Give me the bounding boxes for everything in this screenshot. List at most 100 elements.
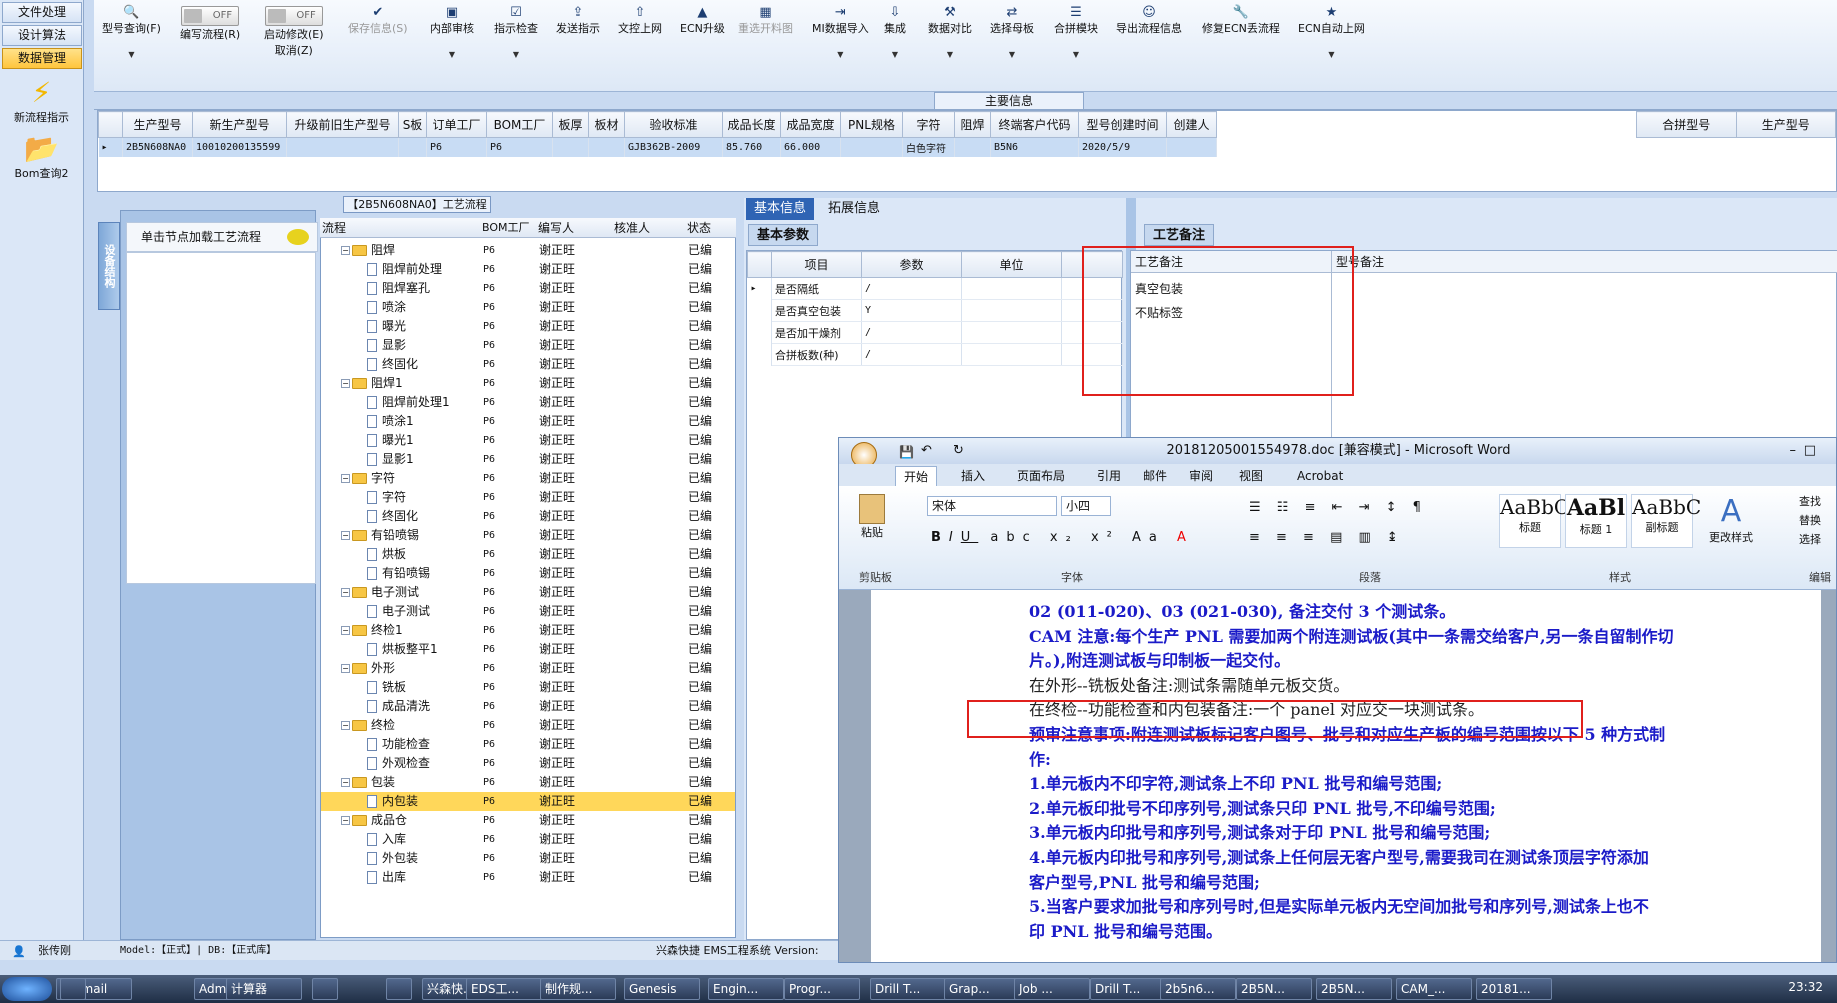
taskbar-item[interactable] [312, 978, 338, 1000]
edit-flow-toggle[interactable]: OFF 编写流程(R) [180, 6, 240, 42]
style-heading1[interactable]: AaBl 标题 1 [1565, 494, 1627, 548]
taskbar-item[interactable]: Drill T... [870, 978, 946, 1000]
tree-node[interactable]: 外观检查 P6 谢正旺 已编 [321, 754, 735, 773]
grid-cell[interactable]: 2B5N608NA0 [122, 137, 193, 157]
grid-cell[interactable]: P6 [426, 137, 487, 157]
collapse-icon[interactable]: − [341, 379, 350, 388]
collapse-icon[interactable]: − [341, 246, 350, 255]
nav-design-algorithm[interactable]: 设计算法 [2, 25, 82, 46]
tree-node[interactable]: 终固化 P6 谢正旺 已编 [321, 507, 735, 526]
tree-folder[interactable]: − 电子测试 P6 谢正旺 已编 [321, 583, 735, 602]
tree-node[interactable]: 字符 P6 谢正旺 已编 [321, 488, 735, 507]
taskbar-item[interactable] [386, 978, 412, 1000]
param-row[interactable]: 是否加干燥剂 / [747, 321, 1123, 344]
tree-node[interactable]: 入库 P6 谢正旺 已编 [321, 830, 735, 849]
tree-node[interactable]: 烘板 P6 谢正旺 已编 [321, 545, 735, 564]
col-approver[interactable]: 核准人 [614, 218, 650, 238]
col-param[interactable]: 参数 [861, 251, 962, 278]
taskbar-item[interactable]: Engin... [708, 978, 784, 1000]
grid-cell[interactable] [954, 137, 991, 157]
grid-cell[interactable]: P6 [486, 137, 553, 157]
collapse-icon[interactable]: − [341, 626, 350, 635]
ribbon-tab[interactable]: 视图 [1231, 466, 1271, 486]
grid-col-1[interactable]: 新生产型号 [192, 111, 287, 138]
ribbon-tab[interactable]: 页面布局 [1009, 466, 1073, 486]
taskbar-item[interactable]: Progr... [784, 978, 860, 1000]
collapse-icon[interactable]: − [341, 721, 350, 730]
style-title[interactable]: AaBbC 标题 [1499, 494, 1569, 548]
ribbon-tab[interactable]: 邮件 [1135, 466, 1175, 486]
font-name-select[interactable]: 宋体 [927, 496, 1057, 516]
ribbon-tab[interactable]: 审阅 [1181, 466, 1221, 486]
grid-col-16[interactable]: 创建人 [1166, 111, 1217, 138]
bom-query-button[interactable]: 📂 Bom查询2 [0, 133, 83, 181]
style-subtitle[interactable]: AaBbC 副标题 [1631, 494, 1701, 548]
grid-cell[interactable] [840, 137, 903, 157]
param-row[interactable]: 是否真空包装 Y [747, 299, 1123, 322]
paste-button[interactable]: 粘贴 [859, 494, 885, 540]
taskbar-item[interactable]: CAM_... [1396, 978, 1472, 1000]
tree-node[interactable]: 喷涂1 P6 谢正旺 已编 [321, 412, 735, 431]
taskbar-item[interactable]: Drill T... [1090, 978, 1166, 1000]
taskbar-item[interactable]: Grap... [944, 978, 1020, 1000]
merge-module-button[interactable]: ☰ 合拼模块 ▼ [1054, 6, 1098, 60]
font-size-select[interactable]: 小四 [1061, 496, 1111, 516]
tree-node[interactable]: 显影 P6 谢正旺 已编 [321, 336, 735, 355]
param-row[interactable]: 合拼板数(种) / [747, 343, 1123, 366]
grid-cell[interactable]: 白色字符 [902, 137, 955, 157]
tree-node[interactable]: 阻焊前处理1 P6 谢正旺 已编 [321, 393, 735, 412]
tree-folder[interactable]: − 外形 P6 谢正旺 已编 [321, 659, 735, 678]
prod-model-header[interactable]: 生产型号 [1735, 111, 1836, 138]
grid-cell[interactable]: 66.000 [780, 137, 841, 157]
col-item[interactable]: 项目 [771, 251, 862, 278]
tree-node[interactable]: 阻焊塞孔 P6 谢正旺 已编 [321, 279, 735, 298]
edit-group[interactable]: 查找 替换 选择 [1799, 492, 1821, 549]
start-button[interactable] [2, 977, 52, 1001]
redo-icon[interactable]: ↻ [953, 438, 964, 464]
grid-cell[interactable]: 10010200135599 [192, 137, 287, 157]
grid-col-3[interactable]: S板 [398, 111, 427, 138]
new-flow-button[interactable]: ⚡ 新流程指示 [0, 77, 83, 125]
collapse-icon[interactable]: − [341, 816, 350, 825]
collapse-icon[interactable]: − [341, 474, 350, 483]
grid-cell[interactable]: 85.760 [722, 137, 781, 157]
grid-cell[interactable]: GJB362B-2009 [624, 137, 723, 157]
grid-cell[interactable] [286, 137, 399, 157]
taskbar-item[interactable]: Job ... [1014, 978, 1090, 1000]
taskbar-item[interactable]: 2b5n6... [1160, 978, 1236, 1000]
tree-folder[interactable]: − 终检 P6 谢正旺 已编 [321, 716, 735, 735]
send-indication-button[interactable]: ⇪ 发送指示 [556, 6, 600, 36]
tab-basic-info[interactable]: 基本信息 [746, 198, 815, 220]
collapse-icon[interactable]: − [341, 664, 350, 673]
tree-folder[interactable]: − 阻焊1 P6 谢正旺 已编 [321, 374, 735, 393]
align-buttons[interactable]: ≡ ≡ ≡ ▤ ▥ ↨ [1249, 530, 1404, 545]
grid-col-11[interactable]: PNL规格 [840, 111, 903, 138]
ecn-upgrade-button[interactable]: ▲ ECN升级 [680, 6, 725, 36]
tree-node[interactable]: 烘板整平1 P6 谢正旺 已编 [321, 640, 735, 659]
nav-file-processing[interactable]: 文件处理 [2, 2, 82, 23]
col-writer[interactable]: 编写人 [538, 218, 574, 238]
ribbon-tab[interactable]: 引用 [1089, 466, 1129, 486]
tree-folder[interactable]: − 字符 P6 谢正旺 已编 [321, 469, 735, 488]
grid-cell[interactable] [588, 137, 625, 157]
col-bom-factory[interactable]: BOM工厂 [482, 218, 530, 238]
indication-check-button[interactable]: ☑ 指示检查 ▼ [494, 6, 538, 60]
tree-node[interactable]: 内包装 P6 谢正旺 已编 [321, 792, 735, 811]
ribbon-tab[interactable]: 插入 [953, 466, 993, 486]
tree-node[interactable]: 终固化 P6 谢正旺 已编 [321, 355, 735, 374]
grid-col-13[interactable]: 阻焊 [954, 111, 991, 138]
maximize-icon[interactable]: □ [1804, 438, 1816, 464]
export-flow-button[interactable]: ☺ 导出流程信息 [1116, 6, 1182, 36]
load-flow-button[interactable]: 单击节点加载工艺流程 [126, 222, 318, 252]
type-query-button[interactable]: 🔍 型号查询(F) ▼ [102, 6, 161, 60]
grid-col-12[interactable]: 字符 [902, 111, 955, 138]
merge-model-header[interactable]: 合拼型号 [1636, 111, 1737, 138]
tree-node[interactable]: 铣板 P6 谢正旺 已编 [321, 678, 735, 697]
document-page[interactable]: 02 (011-020)、03 (021-030), 备注交付 3 个测试条。 C… [871, 590, 1821, 962]
internal-audit-button[interactable]: ▣ 内部审核 ▼ [430, 6, 474, 60]
grid-cell[interactable]: B5N6 [990, 137, 1079, 157]
taskbar-item[interactable]: EDS工... [466, 978, 542, 1000]
collapse-icon[interactable]: − [341, 778, 350, 787]
taskbar-item[interactable]: 制作规... [540, 978, 616, 1000]
grid-cell[interactable] [1166, 137, 1217, 157]
